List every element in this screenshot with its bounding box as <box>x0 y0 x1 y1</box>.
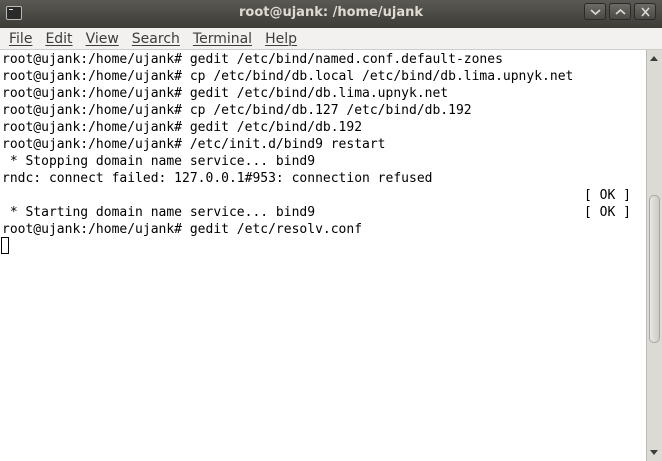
minimize-button[interactable] <box>584 3 606 20</box>
menu-bar: File Edit View Search Terminal Help <box>0 28 662 50</box>
terminal-line-text: root@ujank:/home/ujank# cp /etc/bind/db.… <box>2 103 472 118</box>
terminal-line: [ OK ] <box>2 187 644 204</box>
terminal-line: root@ujank:/home/ujank# gedit /etc/bind/… <box>2 51 644 68</box>
terminal-line: root@ujank:/home/ujank# gedit /etc/bind/… <box>2 119 644 136</box>
terminal-line: * Stopping domain name service... bind9 <box>2 153 644 170</box>
menu-file[interactable]: File <box>9 31 32 47</box>
menu-search[interactable]: Search <box>132 31 180 47</box>
terminal-output[interactable]: root@ujank:/home/ujank# gedit /etc/bind/… <box>0 50 646 461</box>
terminal-line-text: rndc: connect failed: 127.0.0.1#953: con… <box>2 171 433 186</box>
title-bar[interactable]: root@ujank: /home/ujank <box>0 0 662 28</box>
terminal-line: rndc: connect failed: 127.0.0.1#953: con… <box>2 170 644 187</box>
terminal-line: root@ujank:/home/ujank# /etc/init.d/bind… <box>2 136 644 153</box>
terminal-line: root@ujank:/home/ujank# gedit /etc/bind/… <box>2 85 644 102</box>
menu-help[interactable]: Help <box>265 31 297 47</box>
menu-terminal[interactable]: Terminal <box>193 31 252 47</box>
vertical-scrollbar[interactable] <box>646 50 662 461</box>
terminal-line: root@ujank:/home/ujank# cp /etc/bind/db.… <box>2 68 644 85</box>
maximize-icon <box>615 8 626 15</box>
terminal-line-text: root@ujank:/home/ujank# gedit /etc/bind/… <box>2 120 363 135</box>
close-button[interactable] <box>634 3 656 20</box>
maximize-button[interactable] <box>609 3 631 20</box>
terminal-line: * Starting domain name service... bind9 [… <box>2 204 644 221</box>
window-controls <box>584 3 656 20</box>
terminal-line-text: root@ujank:/home/ujank# cp /etc/bind/db.… <box>2 69 574 84</box>
scroll-up-icon[interactable] <box>650 56 658 61</box>
terminal-line: root@ujank:/home/ujank# cp /etc/bind/db.… <box>2 102 644 119</box>
terminal-line-text: root@ujank:/home/ujank# gedit /etc/resol… <box>2 222 363 237</box>
terminal-line-text: root@ujank:/home/ujank# gedit /etc/bind/… <box>2 52 503 67</box>
terminal-window: root@ujank: /home/ujank File Edit View S… <box>0 0 662 461</box>
window-title: root@ujank: /home/ujank <box>238 5 424 20</box>
terminal-line-text: root@ujank:/home/ujank# /etc/init.d/bind… <box>2 137 386 152</box>
terminal-line: root@ujank:/home/ujank# gedit /etc/resol… <box>2 221 644 238</box>
terminal-line-text: * Stopping domain name service... bind9 <box>2 154 316 169</box>
scroll-down-icon[interactable] <box>650 450 658 455</box>
minimize-icon <box>590 9 601 16</box>
status-ok-label: [ OK ] <box>584 188 631 203</box>
scrollbar-thumb[interactable] <box>649 195 660 343</box>
menu-edit[interactable]: Edit <box>45 31 72 47</box>
terminal-line-text: * Starting domain name service... bind9 <box>2 205 316 220</box>
terminal-line-text: root@ujank:/home/ujank# gedit /etc/bind/… <box>2 86 449 101</box>
close-icon <box>641 7 650 17</box>
text-cursor <box>1 237 9 254</box>
menu-view[interactable]: View <box>86 31 119 47</box>
status-ok-label: [ OK ] <box>584 205 631 220</box>
